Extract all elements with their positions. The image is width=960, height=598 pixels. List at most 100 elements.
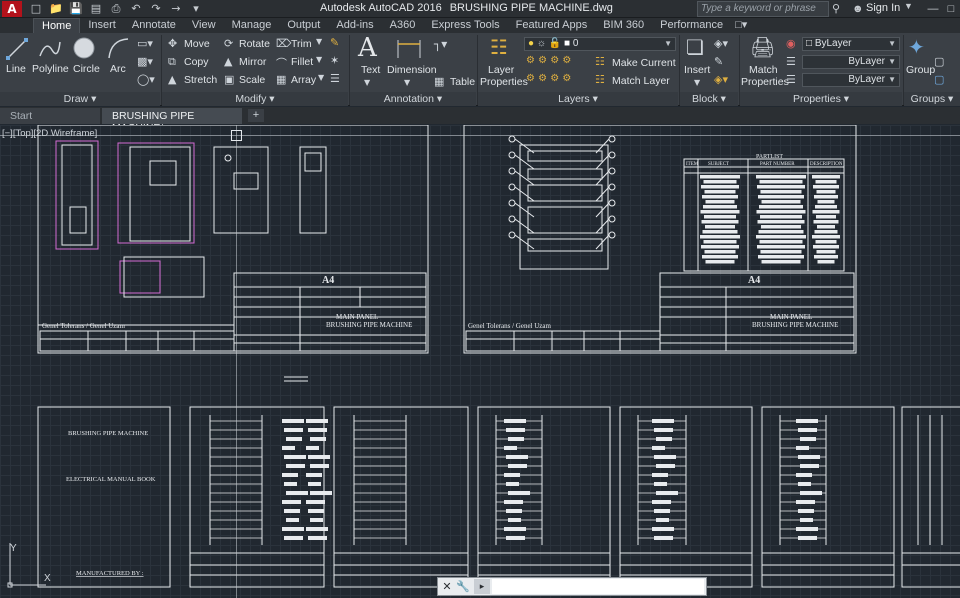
chevron-down-icon[interactable]: ▼ bbox=[364, 78, 370, 87]
chevron-down-icon[interactable]: ▼ bbox=[404, 78, 410, 87]
erase-icon[interactable]: ✎ bbox=[330, 36, 339, 49]
rotate-button[interactable]: Rotate bbox=[239, 38, 270, 50]
create-block-icon[interactable]: ◈▾ bbox=[714, 37, 728, 50]
close-icon[interactable]: ✕ bbox=[440, 578, 454, 595]
linetype-dropdown[interactable]: ByLayer ▼ bbox=[802, 55, 900, 69]
new-tab-button[interactable]: + bbox=[248, 109, 264, 122]
group-button[interactable]: Group bbox=[906, 64, 935, 76]
copy-button[interactable]: Copy bbox=[184, 56, 209, 68]
panel-label-groups[interactable]: Groups ▾ bbox=[904, 92, 960, 106]
sign-in-link[interactable]: Sign In bbox=[866, 2, 900, 14]
open-folder-icon[interactable]: 📁 bbox=[48, 1, 64, 17]
panel-label-block[interactable]: Block ▾ bbox=[680, 92, 738, 106]
schematic-label-block bbox=[310, 437, 326, 441]
mirror-button[interactable]: Mirror bbox=[239, 56, 266, 68]
region-icon[interactable]: ◯▾ bbox=[137, 73, 155, 86]
tab-brushing-pipe-machine[interactable]: BRUSHING PIPE MACHINE* bbox=[102, 108, 242, 134]
user-icon[interactable]: ☻ bbox=[852, 1, 864, 17]
viewport-controls-label[interactable]: [−][Top][2D Wireframe] bbox=[2, 128, 97, 139]
circle-button[interactable]: Circle bbox=[73, 63, 100, 75]
explode-icon[interactable]: ✶ bbox=[330, 54, 339, 67]
save-as-icon[interactable]: ▤ bbox=[88, 1, 104, 17]
tab-add-ins[interactable]: Add-ins bbox=[328, 18, 381, 33]
chevron-down-icon[interactable]: ▼ bbox=[318, 73, 324, 82]
binoculars-icon[interactable]: ⚲ bbox=[832, 1, 846, 17]
chevron-down-icon[interactable]: ▼ bbox=[694, 78, 700, 87]
undo-icon[interactable]: ↶ bbox=[128, 1, 144, 17]
save-icon[interactable]: 💾 bbox=[68, 1, 84, 17]
chevron-down-icon[interactable]: ▼ bbox=[316, 37, 322, 46]
redo-icon[interactable]: ↷ bbox=[148, 1, 164, 17]
insert-button[interactable]: Insert bbox=[684, 64, 710, 76]
arc-button[interactable]: Arc bbox=[110, 63, 126, 75]
offset-icon[interactable]: ☰ bbox=[330, 72, 340, 85]
group-select-icon[interactable]: ▢ bbox=[934, 73, 944, 86]
panel-label-annotation[interactable]: Annotation ▾ bbox=[350, 92, 476, 106]
new-file-icon[interactable]: □ bbox=[28, 1, 44, 17]
tab-home[interactable]: Home bbox=[33, 18, 81, 33]
edit-block-icon[interactable]: ✎ bbox=[714, 55, 723, 68]
tab-view[interactable]: View bbox=[184, 18, 224, 33]
autocad-app-menu-icon[interactable]: A bbox=[2, 1, 22, 17]
panel-label-modify[interactable]: Modify ▾ bbox=[162, 92, 348, 106]
text-button[interactable]: Text bbox=[361, 64, 380, 76]
drawing-canvas[interactable]: A4 MAIN PANEL BRUSHING PIPE MACHINE Gene… bbox=[0, 125, 960, 598]
line-button[interactable]: Line bbox=[6, 63, 26, 75]
command-prompt-icon[interactable]: ▸ bbox=[474, 579, 490, 594]
chevron-down-icon[interactable]: ▼ bbox=[316, 55, 322, 64]
array-button[interactable]: Array bbox=[291, 74, 316, 86]
rectangle-icon[interactable]: ▭▾ bbox=[137, 37, 153, 50]
share-icon[interactable]: → bbox=[168, 1, 184, 17]
tab-output[interactable]: Output bbox=[279, 18, 328, 33]
schematic-label-block bbox=[282, 527, 304, 531]
stretch-button[interactable]: Stretch bbox=[184, 74, 217, 86]
match-properties-button-2[interactable]: Properties bbox=[741, 76, 789, 88]
tab-bim-360[interactable]: BIM 360 bbox=[595, 18, 652, 33]
print-icon[interactable]: ⎙ bbox=[108, 1, 124, 17]
lineweight-dropdown[interactable]: ByLayer ▼ bbox=[802, 73, 900, 87]
schematic-label-block bbox=[800, 518, 813, 522]
ribbon-panel-home: Line Polyline Circle Arc ▭▾ ▩▾ ◯▾ Draw ▾… bbox=[0, 33, 960, 106]
tab-express-tools[interactable]: Express Tools bbox=[423, 18, 507, 33]
command-input[interactable] bbox=[492, 579, 704, 594]
tab-a360[interactable]: A360 bbox=[382, 18, 424, 33]
layer-properties-button-1[interactable]: Layer bbox=[488, 64, 514, 76]
maximize-icon[interactable]: □ bbox=[942, 0, 960, 18]
trim-button[interactable]: Trim bbox=[291, 38, 312, 50]
customize-qat-icon[interactable]: ▾ bbox=[188, 1, 204, 17]
tab-manage[interactable]: Manage bbox=[224, 18, 280, 33]
match-properties-button-1[interactable]: Match bbox=[749, 64, 778, 76]
tab-start[interactable]: Start bbox=[0, 108, 100, 124]
attribute-icon[interactable]: ◈▾ bbox=[714, 73, 728, 86]
hatch-icon[interactable]: ▩▾ bbox=[137, 55, 153, 68]
ungroup-icon[interactable]: ▢ bbox=[934, 55, 944, 68]
polyline-button[interactable]: Polyline bbox=[32, 63, 69, 75]
schematic-label-block bbox=[308, 428, 327, 432]
leader-icon[interactable]: ┐▾ bbox=[434, 37, 447, 51]
panel-label-layers[interactable]: Layers ▾ bbox=[478, 92, 678, 106]
table-button[interactable]: Table bbox=[450, 76, 475, 88]
tab-insert[interactable]: Insert bbox=[80, 18, 124, 33]
schematic-label-block bbox=[306, 527, 328, 531]
layer-properties-button-2[interactable]: Properties bbox=[480, 76, 528, 88]
layer-tools-icons-2[interactable]: ⚙ ⚙ ⚙ ⚙ bbox=[526, 73, 571, 84]
search-input[interactable]: Type a keyword or phrase bbox=[697, 1, 829, 17]
tab-annotate[interactable]: Annotate bbox=[124, 18, 184, 33]
panel-label-properties[interactable]: Properties ▾ bbox=[740, 92, 902, 106]
tab-performance[interactable]: Performance bbox=[652, 18, 731, 33]
panel-label-draw[interactable]: Draw ▾ bbox=[0, 92, 160, 106]
tab-featured-apps[interactable]: Featured Apps bbox=[508, 18, 596, 33]
chevron-down-icon[interactable]: ▼ bbox=[904, 1, 913, 11]
layer-dropdown[interactable]: ● ☼ 🔓 ■ 0 ▼ bbox=[524, 37, 676, 51]
scale-button[interactable]: Scale bbox=[239, 74, 265, 86]
ribbon-minimize-toggle[interactable]: □▾ bbox=[731, 18, 751, 33]
move-button[interactable]: Move bbox=[184, 38, 210, 50]
layer-tools-icons[interactable]: ⚙ ⚙ ⚙ ⚙ bbox=[526, 55, 571, 66]
wrench-icon[interactable]: 🔧 bbox=[456, 578, 470, 595]
minimize-icon[interactable]: — bbox=[924, 0, 942, 18]
color-dropdown[interactable]: □ ByLayer ▼ bbox=[802, 37, 900, 51]
fillet-button[interactable]: Fillet bbox=[291, 56, 313, 68]
make-current-button[interactable]: Make Current bbox=[612, 57, 676, 69]
dimension-button[interactable]: Dimension bbox=[387, 64, 437, 76]
match-layer-button[interactable]: Match Layer bbox=[612, 75, 670, 87]
